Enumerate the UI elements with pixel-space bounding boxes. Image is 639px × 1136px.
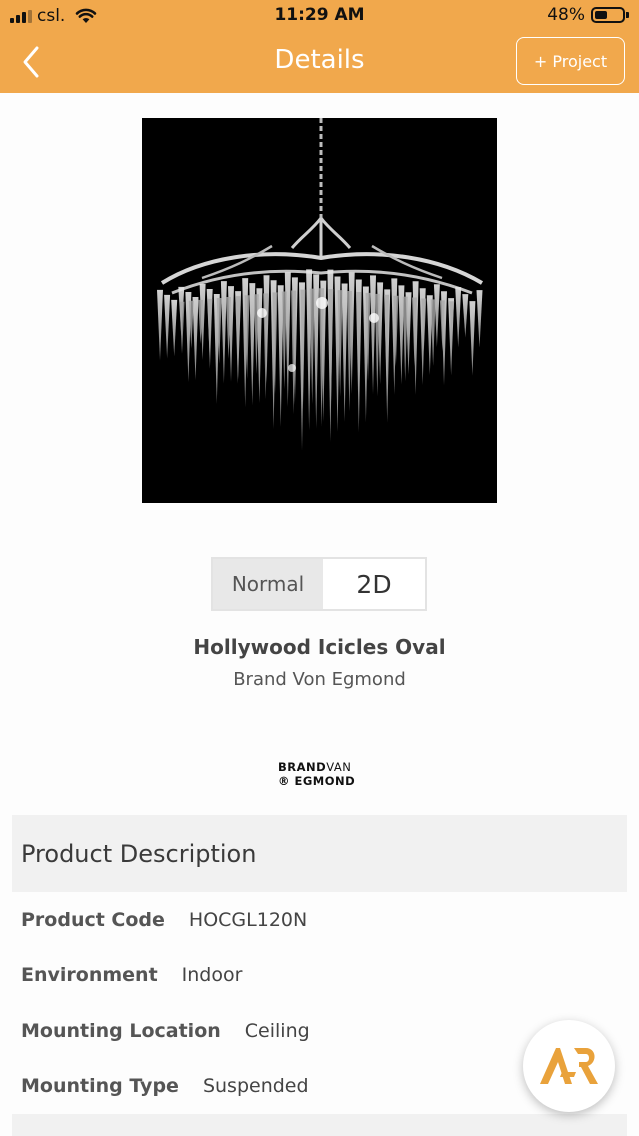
spec-key: Mounting Type — [21, 1075, 179, 1097]
product-name: Hollywood Icicles Oval — [193, 635, 446, 659]
battery-icon — [591, 7, 625, 23]
toggle-2d[interactable]: 2D — [323, 559, 425, 609]
brand-logo: BRANDVAN ® EGMOND — [278, 760, 362, 788]
chandelier-illustration — [157, 118, 484, 451]
product-brand: Brand Von Egmond — [233, 669, 406, 690]
ar-button[interactable] — [523, 1020, 615, 1112]
logo-brand-light: VAN — [326, 760, 352, 774]
logo-brand-bold: BRAND — [278, 760, 327, 774]
spec-key: Mounting Location — [21, 1020, 221, 1042]
status-bar: csl. 11:29 AM 48% — [0, 0, 639, 34]
spec-key: Environment — [21, 964, 158, 986]
status-time: 11:29 AM — [274, 5, 365, 25]
back-button[interactable] — [14, 42, 50, 82]
spec-row-product-code: Product Code HOCGL120N — [21, 905, 307, 935]
battery-percent: 48% — [547, 5, 585, 25]
spec-row-mounting-type: Mounting Type Suspended — [21, 1071, 309, 1101]
spec-value: Indoor — [181, 964, 243, 986]
ar-icon — [540, 1048, 598, 1084]
view-mode-toggle: Normal 2D — [211, 557, 427, 611]
spec-row-environment: Environment Indoor — [21, 960, 242, 990]
app-header: csl. 11:29 AM 48% Details + Project — [0, 0, 639, 93]
section-header: Product Description — [12, 815, 627, 892]
logo-egmond: ® EGMOND — [278, 774, 356, 788]
spec-value: Ceiling — [244, 1020, 310, 1042]
battery-level — [595, 11, 607, 19]
battery-cap — [626, 12, 629, 18]
spec-value: Suspended — [202, 1075, 309, 1097]
next-section-header — [12, 1114, 627, 1136]
spec-key: Product Code — [21, 909, 165, 931]
chevron-left-icon — [23, 46, 39, 78]
status-right: 48% — [547, 5, 629, 25]
spec-value: HOCGL120N — [188, 909, 308, 931]
chandelier-image — [142, 118, 497, 503]
toggle-normal[interactable]: Normal — [213, 559, 323, 609]
spec-row-mounting-location: Mounting Location Ceiling — [21, 1016, 310, 1046]
add-project-button[interactable]: + Project — [516, 37, 625, 85]
